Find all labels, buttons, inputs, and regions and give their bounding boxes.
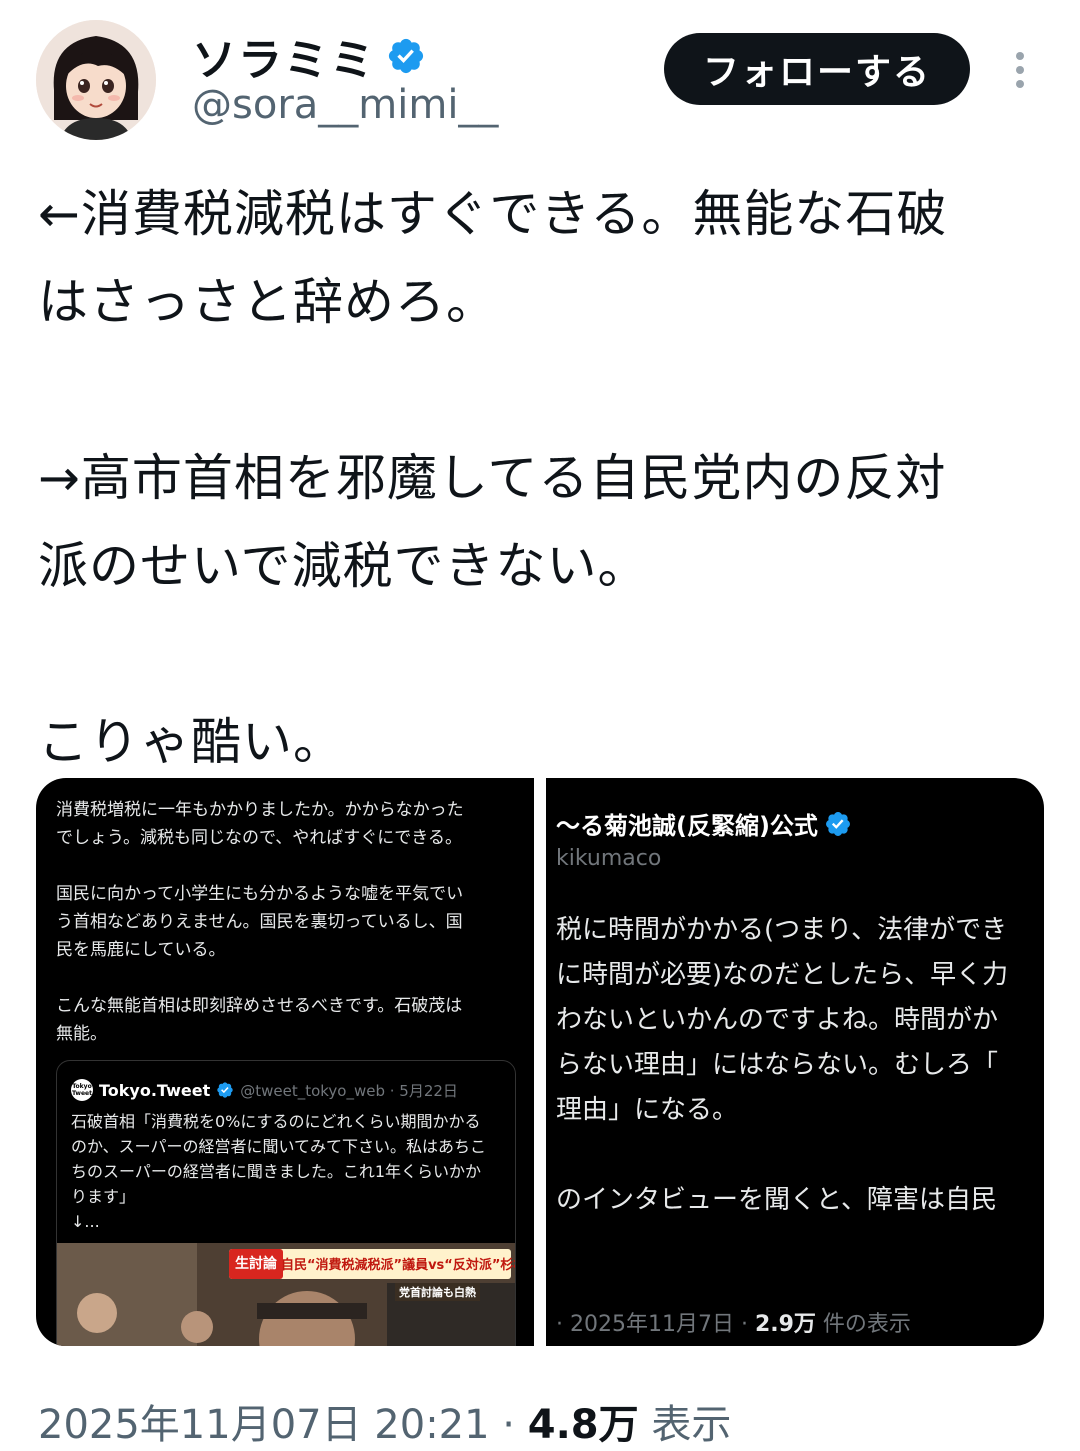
right-verified-icon [825, 811, 850, 836]
right-author-handle: kikumaco [556, 846, 662, 871]
right-author-name: 〜る菊池誠(反緊縮)公式 [556, 812, 818, 840]
media-image-left[interactable]: 消費税増税に一年もかかりましたか。かからなかった でしょう。減税も同じなので、や… [36, 778, 534, 1346]
quoted-handle-date: @tweet_tokyo_web · 5月22日 [240, 1081, 458, 1100]
right-author-row: 〜る菊池誠(反緊縮)公式 [556, 806, 852, 841]
avatar[interactable] [36, 20, 156, 140]
tweet-text: ←消費税減税はすぐできる。無能な石破 はさっさと辞めろ。 →高市首相を邪魔してる… [38, 185, 948, 771]
quoted-author-name: Tokyo.Tweet [99, 1080, 211, 1100]
follow-button[interactable]: フォローする [664, 33, 970, 105]
right-tweet-body: 税に時間がかかる(つまり、法律ができ に時間が必要)なのだとしたら、早く⼒ わな… [556, 915, 1009, 1215]
tweet-datetime[interactable]: 2025年11月07日 20:21 [38, 1402, 490, 1448]
left-paragraph-2: 国民に向かって小学生にも分かるような嘘を平気でい う首相などありえません。国民を… [56, 884, 464, 960]
news-banner: 生討論 自民“消費税減税派”議員vs“反対派”杉村太蔵 [229, 1249, 515, 1279]
right-footer-date: · 2025年11月7日 · [556, 1312, 755, 1337]
tweet-timestamp-row: 2025年11月07日 20:21 · 4.8万 表示 [38, 1392, 731, 1450]
view-count-label: 表示 [638, 1402, 732, 1448]
quoted-tweet-header: Tokyo Tweet Tokyo.Tweet @tweet_tokyo_web… [71, 1079, 458, 1101]
right-footer-views: 2.9万 [754, 1312, 816, 1337]
quoted-verified-icon [217, 1082, 233, 1098]
banner-tag: 生討論 [229, 1249, 283, 1279]
author-handle[interactable]: @sora__mimi__ [192, 82, 498, 128]
verified-badge-icon[interactable] [386, 36, 426, 76]
banner-subtitle: 党首討論も白熱 [395, 1283, 480, 1301]
avatar-illustration [36, 20, 156, 140]
quoted-video-thumbnail: 生討論 自民“消費税減税派”議員vs“反対派”杉村太蔵 党首討論も白熱 [57, 1243, 515, 1346]
tokyo-tweet-logo-icon: Tokyo Tweet [71, 1079, 93, 1101]
media-image-right[interactable]: 〜る菊池誠(反緊縮)公式 kikumaco 税に時間がかかる(つまり、法律ができ… [546, 778, 1044, 1346]
display-name[interactable]: ソラミミ [192, 24, 376, 88]
right-tweet-footer: · 2025年11月7日 · 2.9万 件の表示 [556, 1306, 911, 1338]
quoted-tweet: Tokyo Tweet Tokyo.Tweet @tweet_tokyo_web… [56, 1060, 516, 1346]
more-options-icon[interactable] [1008, 48, 1032, 92]
right-footer-suffix: 件の表示 [815, 1312, 911, 1337]
quoted-tweet-body: 石破首相「消費税を0%にするのにどれくらい期間かかる のか、スーパーの経営者に聞… [71, 1112, 487, 1231]
banner-text: 自民“消費税減税派”議員vs“反対派”杉村太蔵 [281, 1258, 515, 1273]
left-paragraph-1: 消費税増税に一年もかかりましたか。かからなかった でしょう。減税も同じなので、や… [56, 800, 464, 848]
author-name-row: ソラミミ [192, 24, 426, 88]
view-count: 4.8万 [527, 1402, 639, 1448]
left-paragraph-3: こんな無能首相は即刻辞めさせるべきです。石破茂は 無能。 [56, 996, 463, 1044]
media-grid: 消費税増税に一年もかかりましたか。かからなかった でしょう。減税も同じなので、や… [36, 778, 1044, 1346]
timestamp-separator: · [489, 1402, 528, 1448]
